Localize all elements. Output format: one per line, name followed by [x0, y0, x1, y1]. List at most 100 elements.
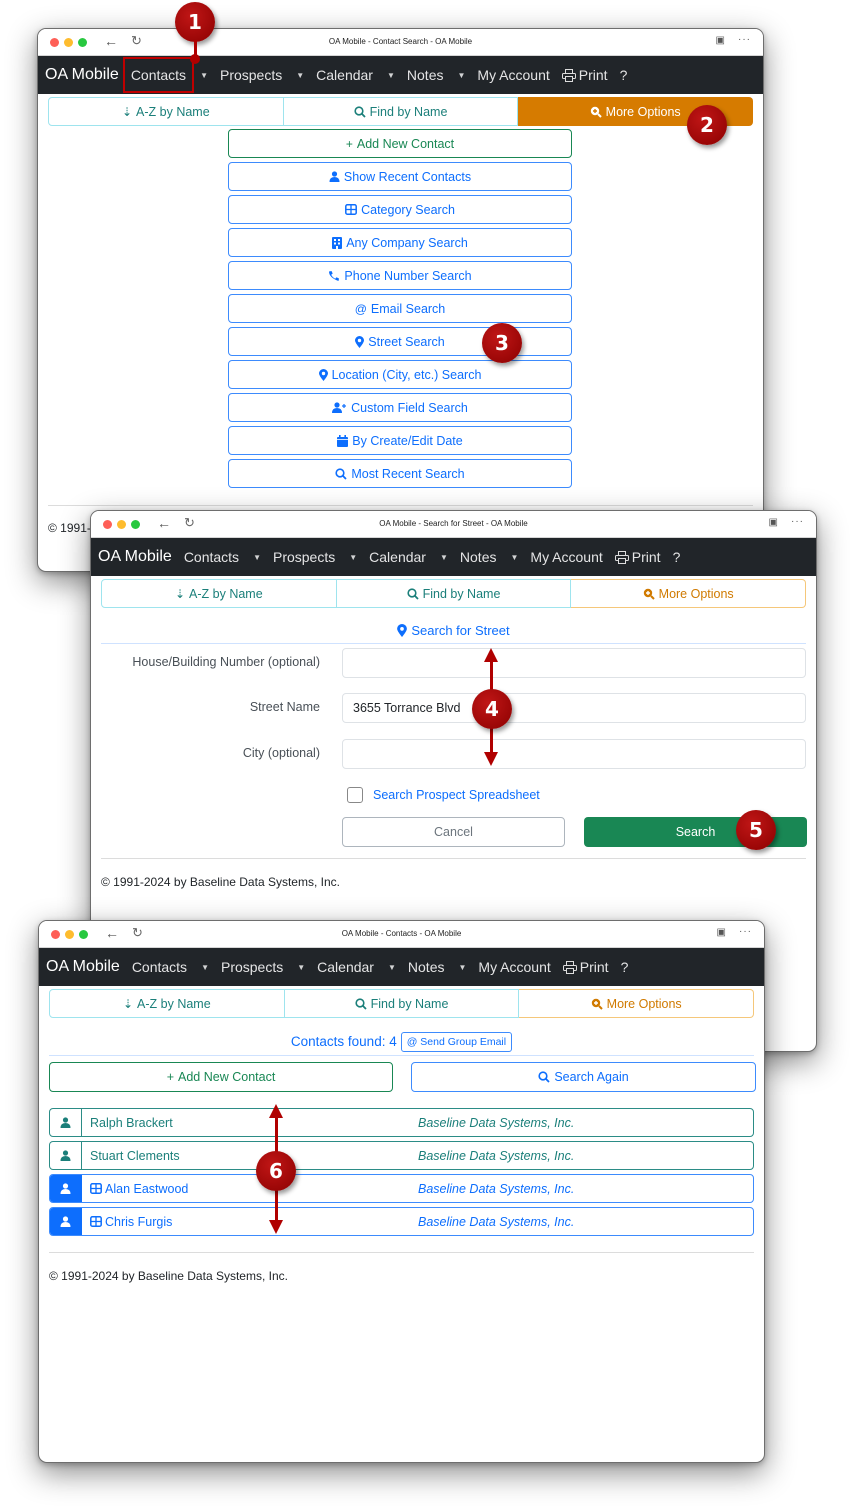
tab-az-by-name[interactable]: ⇣ A-Z by Name — [48, 97, 284, 126]
contact-name-cell[interactable]: Alan Eastwood — [82, 1182, 188, 1196]
nav-notes[interactable]: Notes — [407, 67, 444, 83]
brand-logo[interactable]: OA Mobile — [46, 958, 120, 976]
nav-prospects[interactable]: Prospects — [221, 959, 283, 975]
contact-name[interactable]: Ralph Brackert — [82, 1116, 173, 1130]
contact-row[interactable]: Alan Eastwood Baseline Data Systems, Inc… — [49, 1174, 754, 1203]
help-link[interactable]: ? — [621, 959, 629, 975]
tab-find-by-name[interactable]: Find by Name — [283, 97, 519, 126]
nav-calendar[interactable]: Calendar — [316, 67, 373, 83]
person-icon — [50, 1208, 82, 1235]
tab-az-by-name[interactable]: ⇣ A-Z by Name — [49, 989, 285, 1018]
browser-window-contact-search: ← ↻ OA Mobile - Contact Search - OA Mobi… — [37, 28, 764, 572]
caret-down-icon[interactable]: ▼ — [510, 553, 518, 562]
contact-row[interactable]: Ralph Brackert Baseline Data Systems, In… — [49, 1108, 754, 1137]
tab-label: More Options — [658, 586, 734, 601]
nav-calendar[interactable]: Calendar — [369, 549, 426, 565]
ellipsis-icon[interactable]: ··· — [791, 516, 804, 527]
house-number-input[interactable] — [342, 648, 806, 678]
nav-calendar[interactable]: Calendar — [317, 959, 374, 975]
help-link[interactable]: ? — [620, 67, 628, 83]
option-label: Any Company Search — [346, 235, 468, 250]
caret-down-icon[interactable]: ▼ — [388, 963, 396, 972]
caret-down-icon[interactable]: ▼ — [457, 71, 465, 80]
nav-prospects[interactable]: Prospects — [273, 549, 335, 565]
search-again-button[interactable]: Search Again — [411, 1062, 756, 1092]
location-search-button[interactable]: Location (City, etc.) Search — [228, 360, 572, 389]
nav-prospects[interactable]: Prospects — [220, 67, 282, 83]
show-recent-contacts-button[interactable]: Show Recent Contacts — [228, 162, 572, 191]
email-search-button[interactable]: @ Email Search — [228, 294, 572, 323]
reader-icon[interactable]: ▣ — [717, 927, 726, 938]
reader-icon[interactable]: ▣ — [716, 35, 725, 46]
contact-company: Baseline Data Systems, Inc. — [418, 1214, 575, 1229]
add-label: Add New Contact — [178, 1070, 276, 1084]
send-group-email-label: Send Group Email — [420, 1035, 507, 1048]
contact-row[interactable]: Chris Furgis Baseline Data Systems, Inc. — [49, 1207, 754, 1236]
nav-my-account[interactable]: My Account — [530, 549, 602, 565]
search-icon — [335, 467, 348, 480]
phone-number-search-button[interactable]: Phone Number Search — [228, 261, 572, 290]
ellipsis-icon[interactable]: ··· — [739, 926, 752, 937]
browser-titlebar: ← ↻ OA Mobile - Contacts - OA Mobile ▣ ·… — [39, 921, 764, 948]
tab-az-by-name[interactable]: ⇣ A-Z by Name — [101, 579, 337, 608]
caret-down-icon[interactable]: ▼ — [200, 71, 208, 80]
nav-print[interactable]: Print — [561, 67, 608, 83]
add-new-contact-button[interactable]: + Add New Contact — [228, 129, 572, 158]
footer-divider — [48, 505, 753, 506]
person-plus-icon — [332, 402, 347, 413]
brand-logo[interactable]: OA Mobile — [98, 548, 172, 566]
contact-name-cell[interactable]: Chris Furgis — [82, 1215, 172, 1229]
create-edit-date-search-button[interactable]: By Create/Edit Date — [228, 426, 572, 455]
tab-label: Find by Name — [369, 104, 448, 119]
cancel-button[interactable]: Cancel — [342, 817, 565, 847]
nav-my-account[interactable]: My Account — [477, 67, 549, 83]
nav-notes[interactable]: Notes — [408, 959, 445, 975]
footer-divider — [101, 858, 806, 859]
checkbox-box[interactable] — [347, 787, 363, 803]
contact-row[interactable]: Stuart Clements Baseline Data Systems, I… — [49, 1141, 754, 1170]
tab-find-by-name[interactable]: Find by Name — [284, 989, 520, 1018]
ellipsis-icon[interactable]: ··· — [738, 34, 751, 45]
nav-contacts[interactable]: Contacts — [184, 549, 239, 565]
search-icon — [538, 1071, 550, 1083]
reader-icon[interactable]: ▣ — [769, 517, 778, 528]
checkbox-label[interactable]: Search Prospect Spreadsheet — [373, 788, 540, 802]
callout-badge-3: 3 — [482, 323, 522, 363]
caret-down-icon[interactable]: ▼ — [387, 71, 395, 80]
view-tabs: ⇣ A-Z by Name Find by Name More Options — [48, 97, 754, 126]
help-link[interactable]: ? — [673, 549, 681, 565]
contact-name[interactable]: Stuart Clements — [82, 1149, 180, 1163]
any-company-search-button[interactable]: Any Company Search — [228, 228, 572, 257]
send-group-email-button[interactable]: @ Send Group Email — [400, 1031, 513, 1052]
tab-more-options[interactable]: More Options — [519, 989, 755, 1018]
nav-contacts[interactable]: Contacts — [132, 959, 187, 975]
tab-find-by-name[interactable]: Find by Name — [336, 579, 572, 608]
nav-my-account[interactable]: My Account — [478, 959, 550, 975]
arrow-down-icon — [269, 1220, 283, 1234]
nav-notes[interactable]: Notes — [460, 549, 497, 565]
caret-down-icon[interactable]: ▼ — [253, 553, 261, 562]
nav-contacts[interactable]: Contacts — [122, 57, 195, 93]
add-new-contact-button[interactable]: + Add New Contact — [49, 1062, 393, 1092]
caret-down-icon[interactable]: ▼ — [296, 71, 304, 80]
nav-print[interactable]: Print — [562, 959, 609, 975]
street-name-label: Street Name — [249, 700, 320, 714]
street-name-input[interactable] — [342, 693, 806, 723]
brand-logo[interactable]: OA Mobile — [45, 66, 119, 84]
caret-down-icon[interactable]: ▼ — [440, 553, 448, 562]
tab-more-options[interactable]: More Options — [571, 579, 807, 608]
caret-down-icon[interactable]: ▼ — [201, 963, 209, 972]
printer-icon — [561, 68, 576, 82]
search-prospect-spreadsheet-checkbox[interactable]: Search Prospect Spreadsheet — [347, 787, 540, 803]
city-input[interactable] — [342, 739, 806, 769]
custom-field-search-button[interactable]: Custom Field Search — [228, 393, 572, 422]
tab-label: Find by Name — [422, 586, 501, 601]
table-icon — [345, 204, 358, 215]
category-search-button[interactable]: Category Search — [228, 195, 572, 224]
callout-badge-6: 6 — [256, 1151, 296, 1191]
nav-print[interactable]: Print — [614, 549, 661, 565]
caret-down-icon[interactable]: ▼ — [458, 963, 466, 972]
caret-down-icon[interactable]: ▼ — [349, 553, 357, 562]
caret-down-icon[interactable]: ▼ — [297, 963, 305, 972]
most-recent-search-button[interactable]: Most Recent Search — [228, 459, 572, 488]
